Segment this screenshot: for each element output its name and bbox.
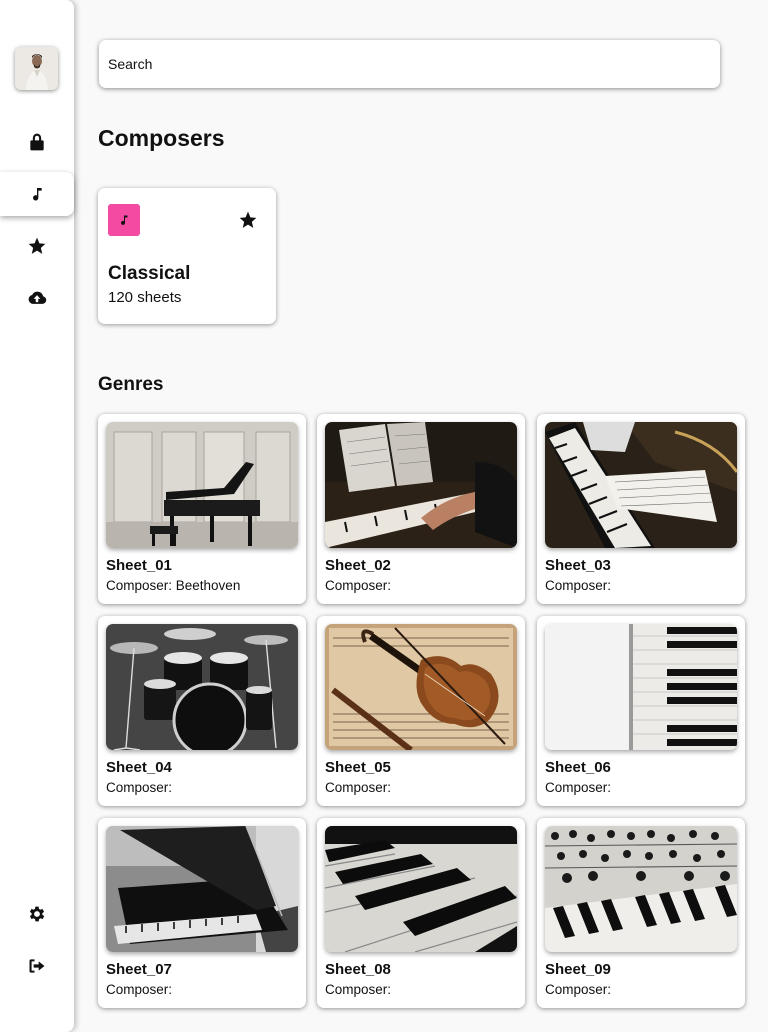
sheet-card[interactable]: Sheet_02 Composer: [317, 414, 525, 604]
sheet-thumbnail [545, 422, 737, 548]
sheet-name: Sheet_07 [106, 961, 172, 978]
sheet-composer: Composer: [325, 780, 392, 795]
sheet-thumbnail [325, 826, 517, 952]
music-note-icon [33, 188, 42, 201]
sheet-card[interactable]: Sheet_01 Composer: Beethoven [98, 414, 306, 604]
sheet-thumbnail [325, 422, 517, 548]
sheet-composer: Composer: [545, 982, 612, 997]
cloud-upload-icon [28, 291, 47, 304]
sheet-card[interactable]: Sheet_06 Composer: [537, 616, 745, 806]
sheet-name: Sheet_04 [106, 759, 172, 776]
sheet-name: Sheet_08 [325, 961, 391, 978]
sheet-composer: Composer: [106, 780, 173, 795]
sheet-thumbnail [106, 422, 298, 548]
sheet-name: Sheet_09 [545, 961, 611, 978]
genres-heading: Genres [98, 374, 164, 395]
lock-icon [30, 133, 44, 151]
sidebar-item-settings[interactable] [0, 892, 74, 936]
sheet-thumbnail [325, 624, 517, 750]
sheet-name: Sheet_01 [106, 557, 172, 574]
sheet-name: Sheet_06 [545, 759, 611, 776]
sidebar-item-lock[interactable] [0, 120, 74, 164]
sheet-composer: Composer: [325, 578, 392, 593]
sheet-thumbnail [545, 826, 737, 952]
sheet-name: Sheet_05 [325, 759, 391, 776]
gear-icon [29, 906, 45, 922]
favorite-star-icon[interactable] [238, 210, 258, 230]
composers-heading: Composers [98, 125, 225, 151]
sheet-card[interactable]: Sheet_09 Composer: [537, 818, 745, 1008]
sheet-composer: Composer: [545, 578, 612, 593]
search-input[interactable] [99, 40, 720, 88]
music-note-icon [121, 215, 128, 225]
sheet-composer: Composer: [545, 780, 612, 795]
star-icon [28, 237, 46, 254]
sidebar [0, 0, 74, 1032]
sidebar-item-upload[interactable] [0, 276, 74, 320]
composer-badge [108, 204, 140, 236]
sidebar-item-music[interactable] [0, 172, 74, 216]
sheet-thumbnail [106, 624, 298, 750]
sheet-composer: Composer: [325, 982, 392, 997]
sheet-card[interactable]: Sheet_03 Composer: [537, 414, 745, 604]
sheet-name: Sheet_03 [545, 557, 611, 574]
logout-icon [29, 959, 45, 973]
sheet-composer: Composer: Beethoven [106, 578, 241, 593]
composer-card-classical[interactable]: Classical 120 sheets [98, 188, 276, 324]
sheet-composer: Composer: [106, 982, 173, 997]
sheet-card[interactable]: Sheet_05 Composer: [317, 616, 525, 806]
composer-card-title: Classical [108, 263, 191, 284]
composer-card-count: 120 sheets [108, 289, 182, 306]
sidebar-item-favorites[interactable] [0, 224, 74, 268]
sidebar-item-logout[interactable] [0, 944, 74, 988]
sheet-name: Sheet_02 [325, 557, 391, 574]
sheet-card[interactable]: Sheet_08 Composer: [317, 818, 525, 1008]
sheet-thumbnail [545, 624, 737, 750]
avatar-image [15, 47, 58, 90]
sheet-card[interactable]: Sheet_07 Composer: [98, 818, 306, 1008]
sheet-card[interactable]: Sheet_04 Composer: [98, 616, 306, 806]
user-avatar[interactable] [15, 47, 58, 90]
sheet-thumbnail [106, 826, 298, 952]
